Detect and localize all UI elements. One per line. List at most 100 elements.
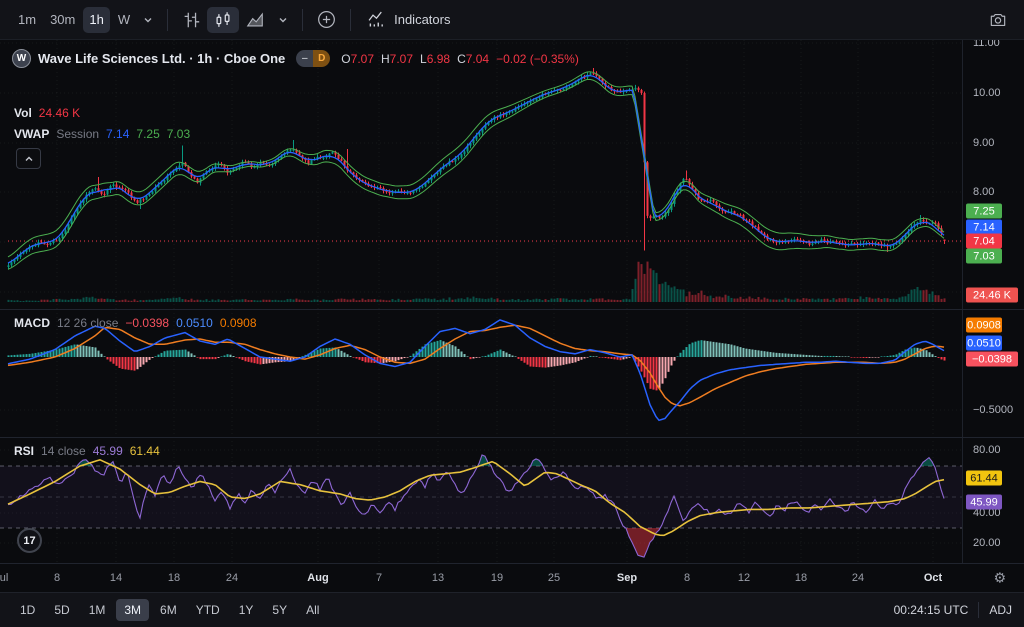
range-button-5D[interactable]: 5D	[46, 599, 77, 621]
bar-chart-type-button[interactable]	[175, 7, 207, 33]
price-price-label-7.25: 7.25	[966, 204, 1002, 219]
time-label-Sep: Sep	[617, 572, 637, 584]
price-tick-8.00: 8.00	[973, 186, 994, 198]
macd-legend-row: MACD 12 26 close −0.03980.05100.0908	[14, 316, 257, 330]
interval-mode-toggle[interactable]: – D	[296, 50, 330, 67]
trading-chart-app: 1m30m1hW	[0, 0, 1024, 627]
time-label-7: 7	[376, 572, 382, 584]
range-button-6M[interactable]: 6M	[152, 599, 185, 621]
toolbar-divider	[167, 9, 168, 31]
price-tick-9.00: 9.00	[973, 137, 994, 149]
symbol-logo[interactable]: W	[12, 49, 31, 68]
rsi-legend-row: RSI 14 close 45.99 61.44	[14, 444, 160, 458]
time-label-Aug: Aug	[307, 572, 328, 584]
macd-value-0: −0.0398	[125, 316, 169, 330]
volume-legend-row: Vol 24.46 K	[14, 106, 80, 120]
tradingview-logo[interactable]: 17	[17, 528, 42, 553]
indicators-icon	[366, 9, 387, 30]
compare-add-button[interactable]	[310, 7, 343, 33]
macd-price-label-0.0510: 0.0510	[966, 336, 1002, 351]
vwap-label: VWAP	[14, 127, 49, 141]
date-range-group: 1D5D1M3M6MYTD1Y5YAll	[12, 599, 327, 621]
macd-price-label-0.0908: 0.0908	[966, 318, 1002, 333]
vwap-value-2: 7.03	[167, 127, 190, 141]
time-label-Oct: Oct	[924, 572, 942, 584]
chevron-up-icon	[24, 154, 34, 164]
interval-button-W[interactable]: W	[112, 7, 136, 33]
area-chart-type-button[interactable]	[239, 7, 271, 33]
daily-segment: D	[313, 50, 330, 67]
ohlc-H: H7.07	[381, 52, 413, 66]
time-label-24: 24	[852, 572, 864, 584]
ohlc-O: O7.07	[341, 52, 374, 66]
time-label-ul: ul	[0, 572, 8, 584]
time-label-12: 12	[738, 572, 750, 584]
interval-button-1m[interactable]: 1m	[12, 7, 42, 33]
symbol-legend-row: W Wave Life Sciences Ltd. · 1h · Cboe On…	[12, 49, 579, 68]
price-pane[interactable]	[0, 40, 962, 309]
pane-separator[interactable]	[0, 309, 1024, 310]
candlestick-chart-type-button[interactable]	[207, 7, 239, 33]
interval-button-1h[interactable]: 1h	[83, 7, 109, 33]
macd-params: 12 26 close	[57, 316, 118, 330]
time-label-8: 8	[684, 572, 690, 584]
time-label-24: 24	[226, 572, 238, 584]
range-button-YTD[interactable]: YTD	[188, 599, 228, 621]
vwap-legend-row: VWAP Session 7.14 7.25 7.03	[14, 127, 190, 141]
indicators-button[interactable]: Indicators	[358, 7, 458, 33]
symbol-title[interactable]: Wave Life Sciences Ltd. · 1h · Cboe One	[38, 51, 285, 66]
pane-separator[interactable]	[0, 437, 1024, 438]
rsi-label: RSI	[14, 444, 34, 458]
rsi-value-0: 45.99	[93, 444, 123, 458]
time-label-18: 18	[795, 572, 807, 584]
rsi-value-1: 61.44	[130, 444, 160, 458]
macd-values: −0.03980.05100.0908	[125, 316, 256, 330]
pane-separator[interactable]	[0, 563, 1024, 564]
clock[interactable]: 00:24:15 UTC	[894, 603, 969, 617]
vwap-value-0: 7.14	[106, 127, 129, 141]
ohlc-values: O7.07H7.07L6.98C7.04	[341, 52, 489, 66]
range-button-5Y[interactable]: 5Y	[264, 599, 295, 621]
range-button-1D[interactable]: 1D	[12, 599, 43, 621]
price-scale[interactable]: 11.0010.009.008.007.257.147.047.0324.46 …	[962, 40, 1024, 563]
chevron-down-icon[interactable]	[136, 7, 160, 33]
rsi-tick-80.00: 80.00	[973, 444, 1001, 456]
rsi-price-label-45.99: 45.99	[966, 495, 1002, 510]
ohlc-L: L6.98	[420, 52, 450, 66]
change-value: −0.02 (−0.35%)	[496, 52, 579, 66]
camera-icon	[988, 10, 1008, 30]
rsi-values: 45.99 61.44	[93, 444, 160, 458]
time-label-8: 8	[54, 572, 60, 584]
range-button-3M[interactable]: 3M	[116, 599, 149, 621]
range-button-1M[interactable]: 1M	[81, 599, 114, 621]
chart-region: 11.0010.009.008.007.257.147.047.0324.46 …	[0, 40, 1024, 592]
time-label-25: 25	[548, 572, 560, 584]
macd-price-label-−0.0398: −0.0398	[966, 352, 1018, 367]
range-button-1Y[interactable]: 1Y	[231, 599, 262, 621]
volume-value: 24.46 K	[39, 106, 80, 120]
adjusted-toggle[interactable]: ADJ	[989, 603, 1012, 617]
time-scale[interactable]: ⚙ ul8141824Aug7131925Sep8121824Oct	[0, 563, 1024, 592]
chart-type-chevron-icon[interactable]	[271, 7, 295, 33]
vwap-values: 7.14 7.25 7.03	[106, 127, 190, 141]
time-label-14: 14	[110, 572, 122, 584]
gear-icon[interactable]: ⚙	[993, 569, 1006, 586]
toolbar-divider	[350, 9, 351, 31]
price-price-label-7.14: 7.14	[966, 220, 1002, 235]
dash-segment: –	[296, 50, 313, 67]
macd-label: MACD	[14, 316, 50, 330]
vwap-param: Session	[56, 127, 99, 141]
price-tick-10.00: 10.00	[973, 87, 1001, 99]
price-price-label-7.04: 7.04	[966, 234, 1002, 249]
rsi-price-label-61.44: 61.44	[966, 471, 1002, 486]
screenshot-camera-button[interactable]	[984, 7, 1012, 33]
time-label-13: 13	[432, 572, 444, 584]
collapse-legend-button[interactable]	[16, 148, 41, 169]
interval-button-30m[interactable]: 30m	[44, 7, 81, 33]
rsi-params: 14 close	[41, 444, 86, 458]
bottom-toolbar: 1D5D1M3M6MYTD1Y5YAll 00:24:15 UTC ADJ	[0, 592, 1024, 627]
vwap-value-1: 7.25	[136, 127, 159, 141]
time-label-18: 18	[168, 572, 180, 584]
interval-button-group: 1m30m1hW	[12, 7, 136, 33]
range-button-All[interactable]: All	[298, 599, 327, 621]
